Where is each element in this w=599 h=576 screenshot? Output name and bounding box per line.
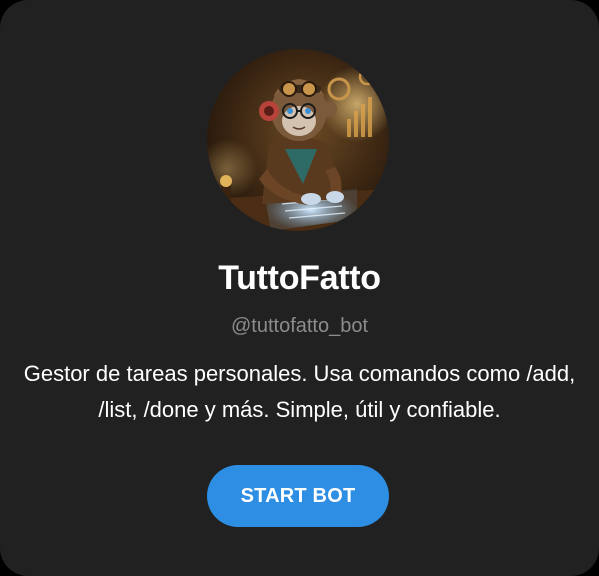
bot-info-card: TuttoFatto @tuttofatto_bot Gestor de tar…	[0, 0, 599, 576]
bot-description: Gestor de tareas personales. Usa comando…	[23, 361, 576, 422]
bot-avatar	[207, 49, 389, 231]
monkey-avatar-icon	[207, 49, 389, 231]
start-bot-button[interactable]: START BOT	[207, 465, 389, 527]
bot-name: TuttoFatto	[218, 259, 381, 297]
bot-username: @tuttofatto_bot	[230, 315, 369, 337]
